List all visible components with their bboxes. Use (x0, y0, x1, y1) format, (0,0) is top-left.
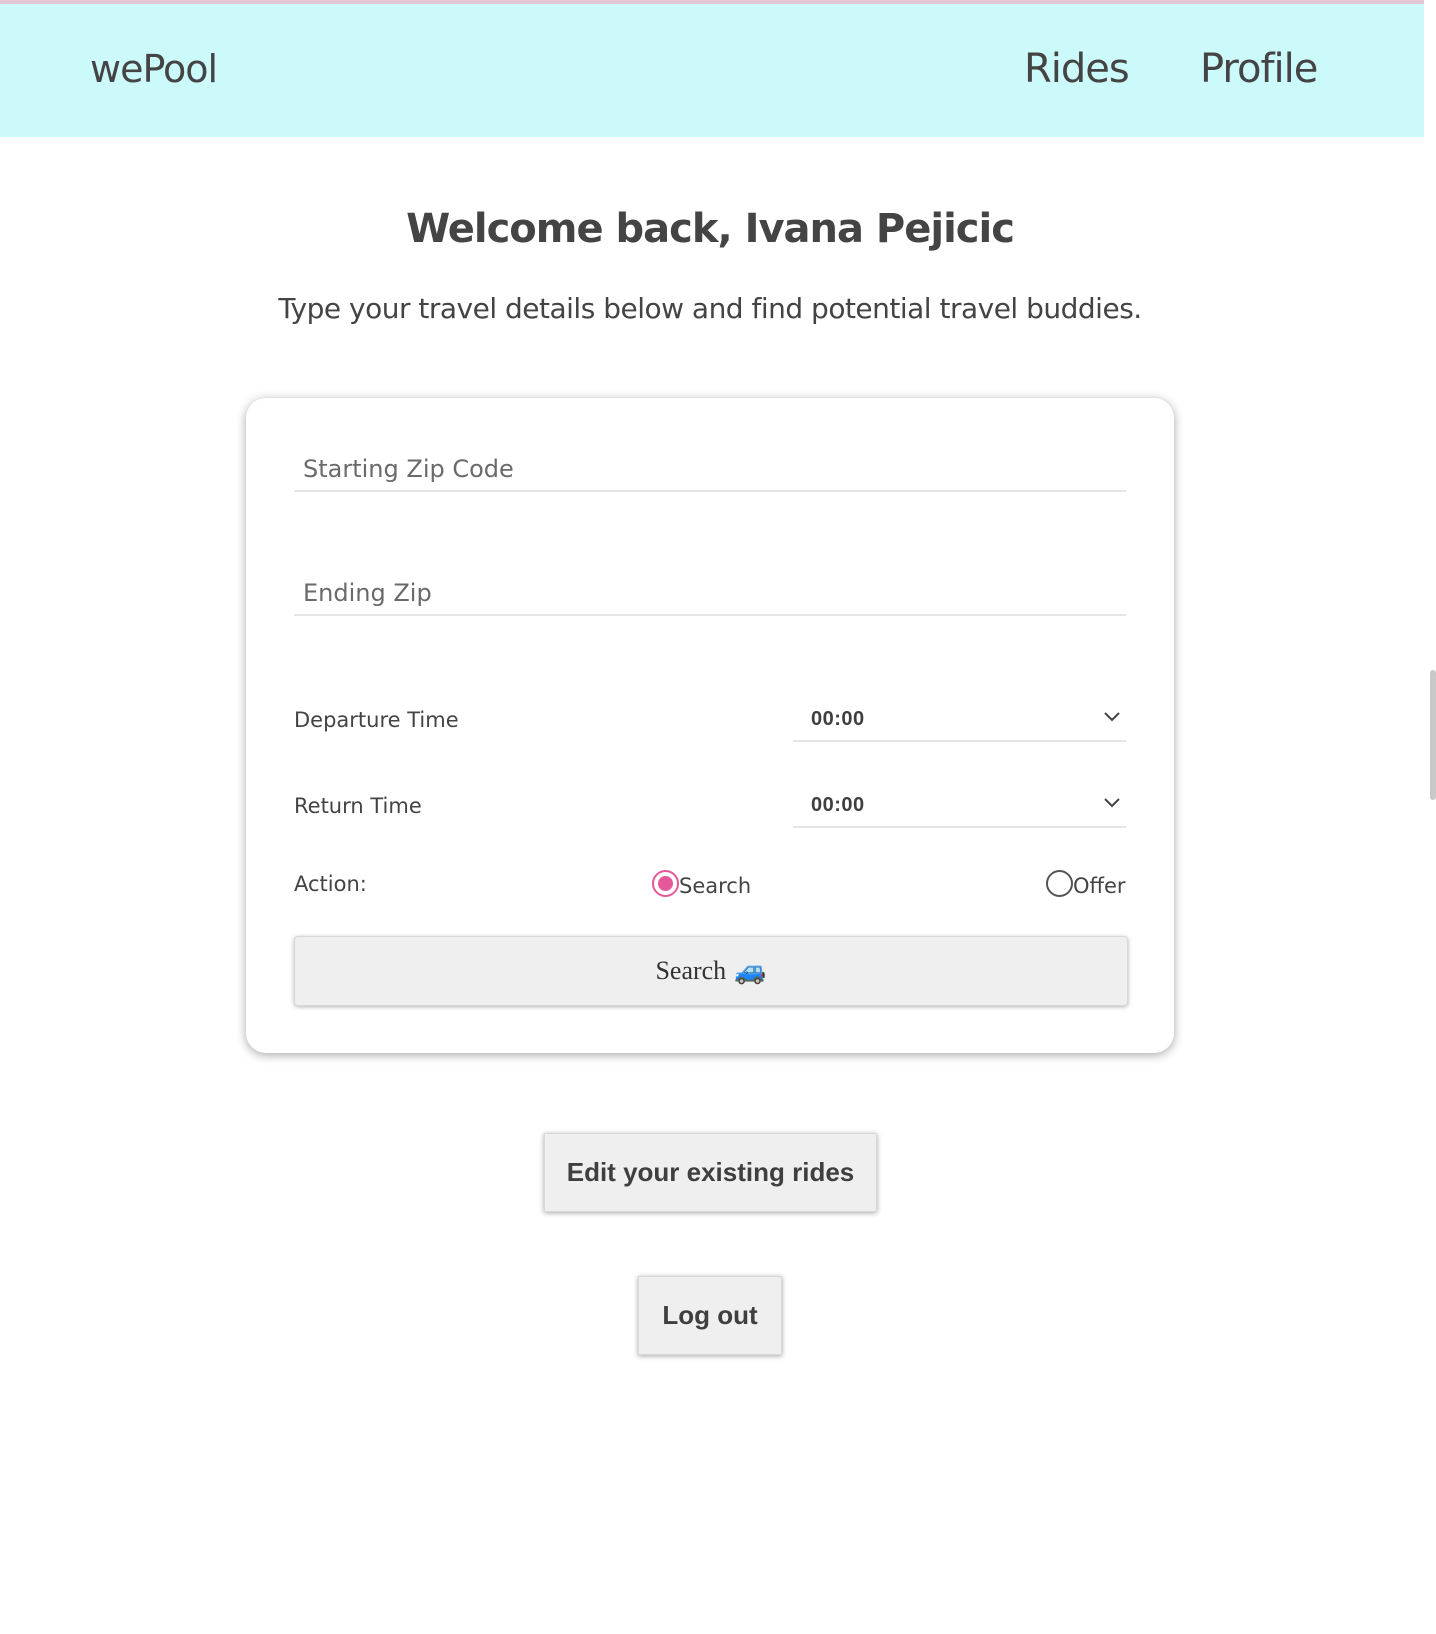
search-button-label: Search (655, 956, 727, 985)
return-time-label: Return Time (294, 794, 422, 818)
brand-logo[interactable]: wePool (90, 47, 218, 91)
scrollbar-track[interactable] (1424, 0, 1436, 1634)
departure-time-label: Departure Time (294, 708, 459, 732)
radio-search-button[interactable] (652, 869, 679, 897)
ending-zip-input[interactable] (294, 572, 1126, 616)
chevron-down-icon (1104, 712, 1120, 722)
radio-offer[interactable]: Offer (1046, 868, 1126, 898)
starting-zip-input[interactable] (294, 448, 1126, 492)
radio-search[interactable]: Search (652, 868, 751, 898)
chevron-down-icon (1104, 798, 1120, 808)
ride-search-card: Departure Time 00:00 Return Time 00:00 A… (246, 398, 1174, 1053)
logout-button[interactable]: Log out (638, 1276, 782, 1355)
radio-search-label: Search (679, 874, 752, 898)
nav-link-rides[interactable]: Rides (1024, 46, 1130, 92)
edit-rides-button[interactable]: Edit your existing rides (544, 1133, 877, 1212)
search-button[interactable]: Search 🚙 (294, 936, 1128, 1006)
car-icon: 🚙 (734, 956, 767, 985)
departure-time-select[interactable]: 00:00 (793, 698, 1126, 742)
scrollbar-thumb[interactable] (1430, 670, 1436, 800)
return-time-value: 00:00 (811, 794, 865, 816)
return-time-select[interactable]: 00:00 (793, 784, 1126, 828)
navbar: wePool Rides Profile (0, 4, 1424, 137)
departure-time-value: 00:00 (811, 708, 865, 730)
nav-link-profile[interactable]: Profile (1200, 46, 1318, 92)
welcome-heading: Welcome back, Ivana Pejicic (406, 206, 1015, 252)
radio-offer-button[interactable] (1046, 869, 1073, 897)
page-subtitle: Type your travel details below and find … (278, 292, 1142, 325)
action-label: Action: (294, 872, 367, 896)
radio-offer-label: Offer (1073, 874, 1126, 898)
